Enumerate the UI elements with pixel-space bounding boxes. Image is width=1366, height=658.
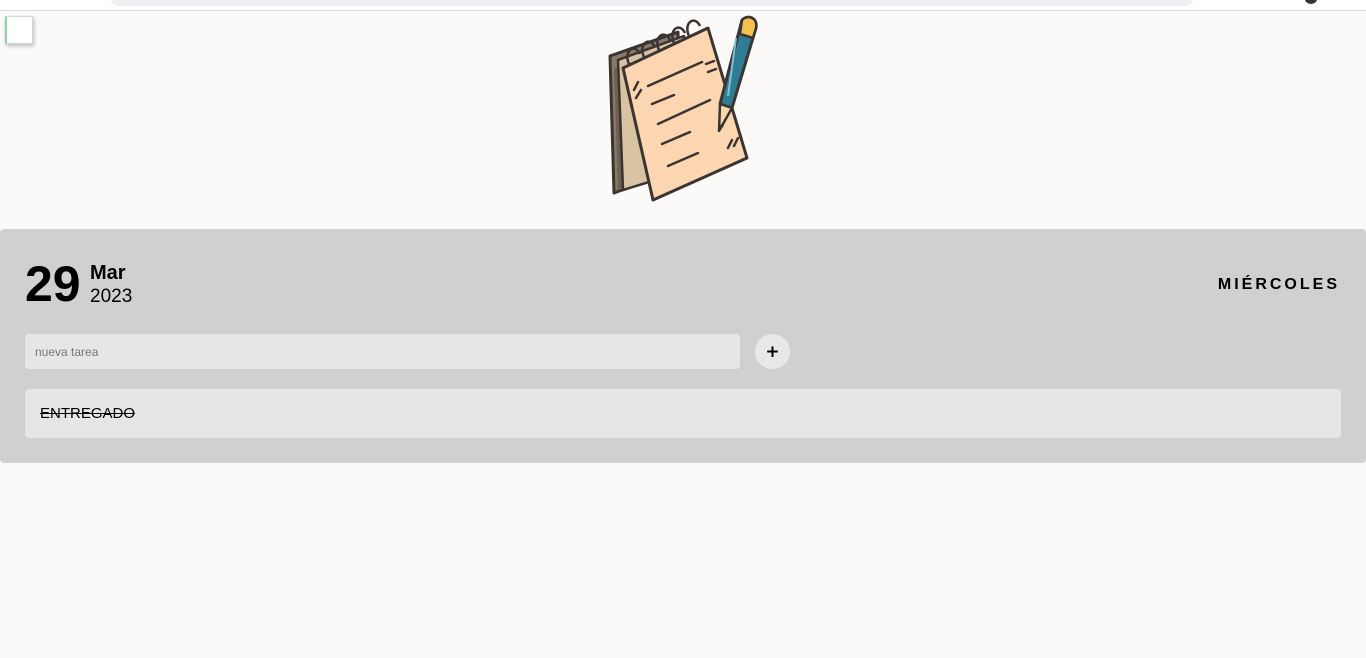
date-month: Mar — [90, 262, 126, 284]
task-list-item[interactable]: ENTREGADO — [25, 389, 1341, 438]
date-year: 2023 — [90, 286, 133, 307]
add-task-button[interactable]: + — [755, 334, 790, 369]
date-day: 29 — [25, 256, 81, 312]
new-task-input[interactable] — [25, 334, 740, 369]
browser-profile-icon[interactable] — [1305, 0, 1317, 4]
browser-address-bar[interactable] — [110, 0, 1194, 6]
task-card: 29 Mar 2023 MIÉRCOLES + ENTREGADO — [0, 229, 1366, 463]
corner-checkbox[interactable] — [5, 16, 33, 44]
date-weekday: MIÉRCOLES — [1217, 276, 1340, 293]
notepad-with-pencil-icon — [590, 8, 780, 208]
task-text: ENTREGADO — [40, 405, 136, 422]
